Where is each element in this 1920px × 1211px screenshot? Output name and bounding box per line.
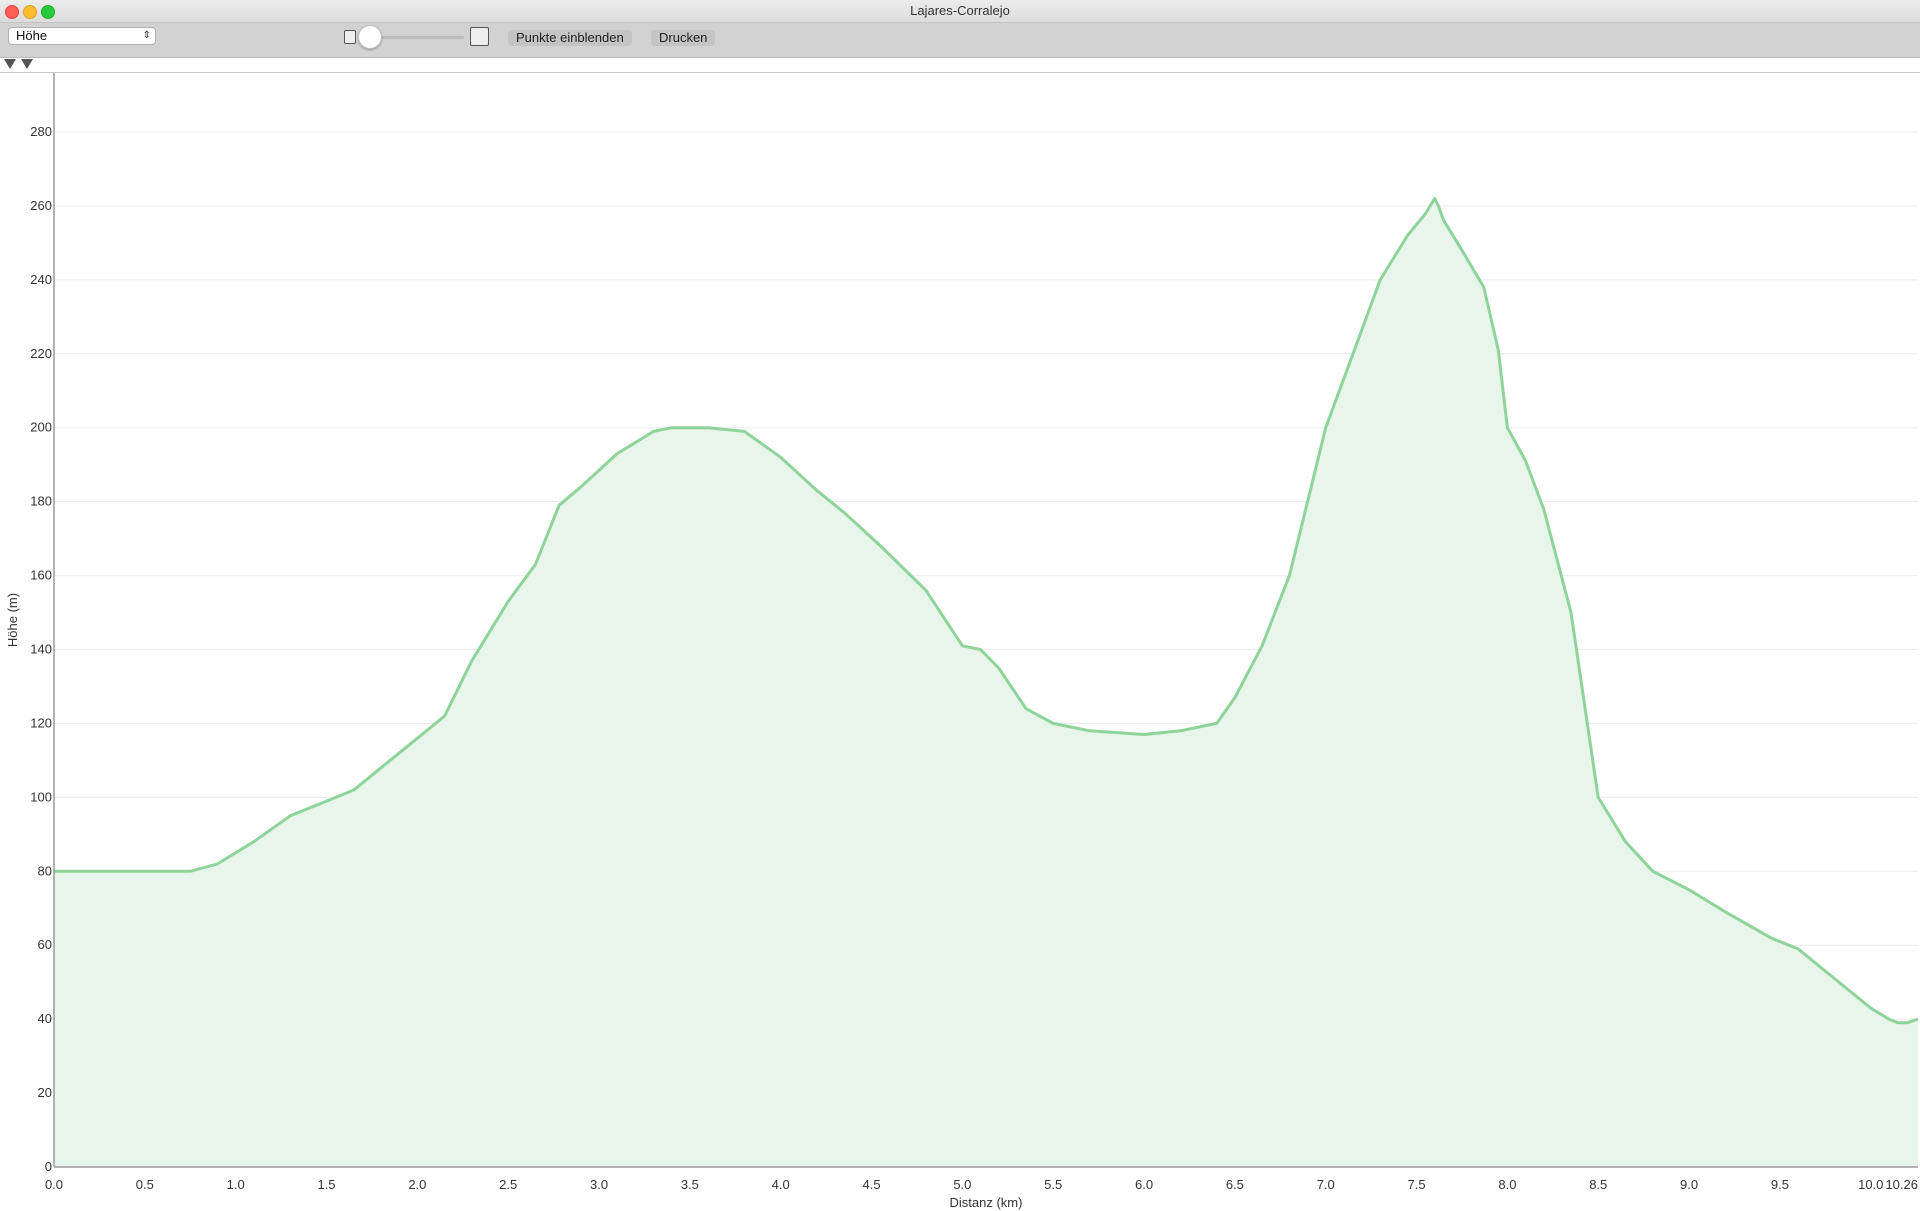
y-tick-label: 40 — [38, 1011, 52, 1026]
y-tick-label: 140 — [30, 642, 52, 657]
y-tick-label: 20 — [38, 1085, 52, 1100]
marker-strip — [0, 58, 1920, 73]
y-tick-label: 0 — [45, 1159, 52, 1174]
y-tick-label: 60 — [38, 937, 52, 952]
zoom-in-icon[interactable] — [470, 27, 489, 46]
x-tick-labels: 0.0 0.5 1.0 1.5 2.0 2.5 3.0 3.5 4.0 4.5 5.0 5.5 6.0 6… — [45, 1177, 1918, 1192]
elevation-chart: 020406080100120140160180200220240260280 … — [5, 73, 1919, 1210]
window-titlebar: Lajares-Corralejo — [0, 0, 1920, 23]
x-tick-label: 0.0 — [45, 1177, 63, 1192]
y-tick-label: 160 — [30, 568, 52, 583]
zoom-out-icon[interactable] — [344, 30, 356, 44]
metric-select-value: Höhe — [16, 28, 48, 43]
updown-chevron-icon: ⇕ — [142, 30, 151, 41]
y-tick-label: 260 — [30, 198, 52, 213]
y-tick-label: 100 — [30, 789, 52, 804]
y-tick-label: 280 — [30, 124, 52, 139]
y-axis-label: Höhe (m) — [5, 593, 20, 647]
x-tick-label: 8.5 — [1589, 1177, 1607, 1192]
x-tick-label: 10.0 — [1858, 1177, 1883, 1192]
x-tick-label: 4.5 — [863, 1177, 881, 1192]
metric-select[interactable]: Höhe ⇕ — [8, 27, 156, 45]
x-tick-label: 1.5 — [317, 1177, 335, 1192]
start-marker-icon[interactable] — [4, 59, 16, 69]
x-tick-label: 9.0 — [1680, 1177, 1698, 1192]
zoom-slider-knob[interactable] — [358, 25, 382, 49]
x-tick-label: 0.5 — [136, 1177, 154, 1192]
x-tick-label: 9.5 — [1771, 1177, 1789, 1192]
x-tick-label: 10.26 — [1885, 1177, 1918, 1192]
y-tick-label: 120 — [30, 715, 52, 730]
elevation-area — [54, 198, 1918, 1167]
x-tick-label: 8.0 — [1498, 1177, 1516, 1192]
x-tick-label: 7.5 — [1408, 1177, 1426, 1192]
x-tick-label: 3.0 — [590, 1177, 608, 1192]
x-tick-label: 5.5 — [1044, 1177, 1062, 1192]
x-tick-label: 1.0 — [227, 1177, 245, 1192]
y-tick-label: 80 — [38, 863, 52, 878]
y-tick-label: 200 — [30, 420, 52, 435]
show-points-button[interactable]: Punkte einblenden — [508, 30, 632, 46]
x-tick-label: 2.5 — [499, 1177, 517, 1192]
toolbar: Höhe ⇕ Punkte einblenden Drucken — [0, 23, 1920, 58]
x-tick-label: 6.5 — [1226, 1177, 1244, 1192]
y-tick-labels: 0 20 40 60 80 100 120 140 160 180 200 220 240 260 280 — [30, 124, 52, 1174]
y-tick-label: 240 — [30, 272, 52, 287]
x-tick-label: 5.0 — [953, 1177, 971, 1192]
x-tick-label: 6.0 — [1135, 1177, 1153, 1192]
x-tick-label: 2.0 — [408, 1177, 426, 1192]
window-title: Lajares-Corralejo — [910, 3, 1010, 18]
x-tick-label: 4.0 — [772, 1177, 790, 1192]
print-button[interactable]: Drucken — [651, 30, 716, 46]
y-tick-label: 220 — [30, 346, 52, 361]
y-tick-label: 180 — [30, 494, 52, 509]
x-tick-label: 3.5 — [681, 1177, 699, 1192]
end-marker-icon[interactable] — [21, 59, 33, 69]
x-axis-label: Distanz (km) — [950, 1195, 1023, 1210]
x-tick-label: 7.0 — [1317, 1177, 1335, 1192]
